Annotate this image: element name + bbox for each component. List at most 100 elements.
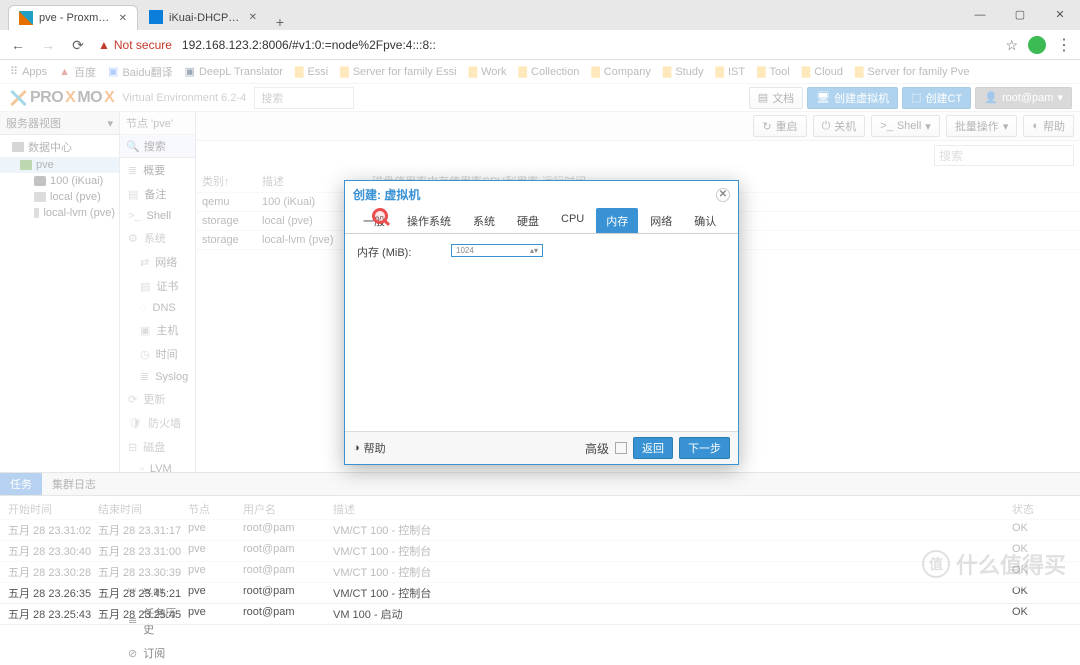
nav-subscr[interactable]: ⊘订阅: [120, 641, 195, 665]
reboot-button[interactable]: ↻重启: [753, 115, 806, 137]
docs-button[interactable]: ▤文档: [749, 87, 803, 109]
create-vm-button[interactable]: 🖥创建虚拟机: [807, 87, 898, 109]
tab-confirm[interactable]: 确认: [684, 208, 726, 233]
tab-network[interactable]: 网络: [640, 208, 682, 233]
next-button[interactable]: 下一步: [679, 437, 730, 459]
bookmark-item[interactable]: ▣Baidu翻译: [108, 64, 173, 80]
folder-icon: ▇: [340, 65, 348, 78]
memory-value: 1024: [456, 246, 474, 255]
dialog-help-button[interactable]: ◑帮助: [353, 440, 386, 456]
cert-icon: ▤: [140, 280, 150, 293]
bookmark-folder[interactable]: ▇Server for family Pve: [855, 65, 970, 78]
bookmark-folder[interactable]: ▇Work: [469, 65, 507, 78]
log-row[interactable]: 五月 28 23.26:35五月 28 23.45:21pveroot@pamV…: [0, 583, 1080, 604]
back-icon[interactable]: ←: [8, 37, 28, 53]
reload-icon[interactable]: ⟳: [68, 37, 88, 54]
tab-cluster-log[interactable]: 集群日志: [42, 473, 106, 495]
new-tab-button[interactable]: +: [268, 14, 292, 30]
bookmark-item[interactable]: ▣DeepL Translator: [185, 65, 283, 78]
bookmark-folder[interactable]: ▇Server for family Essi: [340, 65, 456, 78]
shutdown-button[interactable]: ⏻关机: [813, 115, 866, 137]
browser-tab[interactable]: iKuai-DHCP服务端 ✕: [138, 3, 268, 30]
close-icon[interactable]: ✕: [249, 12, 257, 23]
col-type[interactable]: 类别↑: [202, 173, 262, 189]
tree-header[interactable]: 服务器视图▾: [0, 112, 119, 135]
tab-tasks[interactable]: 任务: [0, 473, 42, 495]
bookmark-folder[interactable]: ▇Collection: [519, 65, 580, 78]
nav-network[interactable]: ⇄网络: [120, 250, 195, 274]
bookmark-item[interactable]: ▲百度: [59, 64, 96, 80]
nav-syslog[interactable]: ≣Syslog: [120, 366, 195, 387]
security-indicator[interactable]: ▲ Not secure: [98, 38, 172, 52]
global-search-input[interactable]: 搜索: [254, 87, 354, 109]
bookmark-folder[interactable]: ▇Study: [663, 65, 704, 78]
warning-icon: ▲: [98, 38, 110, 52]
bookmark-folder[interactable]: ▇Company: [591, 65, 651, 78]
menu-icon[interactable]: ⋮: [1056, 35, 1072, 55]
bulk-button[interactable]: 批量操作 ▾: [946, 115, 1018, 137]
close-window-icon[interactable]: ✕: [1040, 0, 1080, 30]
tree-node-datacenter[interactable]: 数据中心: [0, 137, 119, 157]
log-row[interactable]: 五月 28 23.30:40五月 28 23.31:00pveroot@pamV…: [0, 541, 1080, 562]
nav-notes[interactable]: ▤备注: [120, 182, 195, 206]
apps-button[interactable]: ⠿Apps: [10, 65, 47, 78]
tab-cpu[interactable]: CPU: [551, 208, 594, 233]
tab-os[interactable]: 操作系统: [397, 208, 461, 233]
search-icon: 🔍: [126, 140, 140, 153]
url-text[interactable]: 192.168.123.2:8006/#v1:0:=node%2Fpve:4::…: [182, 38, 436, 52]
chevron-down-icon: ▾: [925, 120, 931, 133]
nav-hosts[interactable]: ▣主机: [120, 318, 195, 342]
content-search-input[interactable]: 搜索: [934, 145, 1074, 166]
dialog-header[interactable]: 创建: 虚拟机 ✕: [345, 181, 738, 208]
tab-strip: pve - Proxmox Virtual Environme ✕ iKuai-…: [0, 0, 1080, 30]
browser-tab-active[interactable]: pve - Proxmox Virtual Environme ✕: [8, 5, 138, 30]
browser-chrome: pve - Proxmox Virtual Environme ✕ iKuai-…: [0, 0, 1080, 60]
back-button[interactable]: 返回: [633, 437, 673, 459]
forward-icon[interactable]: →: [38, 37, 58, 53]
tab-disk[interactable]: 硬盘: [507, 208, 549, 233]
nav-disks[interactable]: ⊟磁盘: [120, 435, 195, 459]
bookmark-star-icon[interactable]: ☆: [1005, 37, 1018, 54]
memory-input[interactable]: 1024 ▴▾: [451, 244, 543, 257]
nav-search[interactable]: 🔍搜索: [120, 135, 195, 158]
advanced-label: 高级: [585, 440, 609, 457]
bookmark-folder[interactable]: ▇Cloud: [802, 65, 843, 78]
dns-icon: ◌: [140, 302, 147, 314]
profile-avatar[interactable]: [1028, 36, 1046, 54]
tree-node-local[interactable]: local (pve): [0, 189, 119, 205]
tree-node-vm100[interactable]: 100 (iKuai): [0, 173, 119, 189]
bookmark-folder[interactable]: ▇Essi: [295, 65, 328, 78]
nav-summary[interactable]: ≣概要: [120, 158, 195, 182]
log-tabs: 任务 集群日志: [0, 473, 1080, 496]
close-icon[interactable]: ✕: [119, 13, 127, 24]
create-ct-button[interactable]: ⬚创建CT: [902, 87, 971, 109]
help-button[interactable]: ◐帮助: [1023, 115, 1074, 137]
bookmark-folder[interactable]: ▇IST: [715, 65, 745, 78]
nav-certs[interactable]: ▤证书: [120, 274, 195, 298]
log-row[interactable]: 五月 28 23.31:02五月 28 23.31:17pveroot@pamV…: [0, 520, 1080, 541]
minimize-icon[interactable]: —: [960, 0, 1000, 30]
watermark: 值 什么值得买: [922, 548, 1066, 580]
maximize-icon[interactable]: ▢: [1000, 0, 1040, 30]
spinner-arrows-icon[interactable]: ▴▾: [530, 246, 538, 255]
nav-time[interactable]: ◷时间: [120, 342, 195, 366]
nav-system[interactable]: ⚙系统: [120, 226, 195, 250]
content-toolbar: ↻重启 ⏻关机 >_Shell ▾ 批量操作 ▾ ◐帮助: [196, 112, 1080, 141]
close-icon[interactable]: ✕: [716, 188, 730, 202]
log-row[interactable]: 五月 28 23.30:28五月 28 23.30:39pveroot@pamV…: [0, 562, 1080, 583]
nav-updates[interactable]: ⟳更新: [120, 387, 195, 411]
tree-node-pve[interactable]: pve: [0, 157, 119, 173]
shell-button[interactable]: >_Shell ▾: [871, 115, 940, 137]
tab-system[interactable]: 系统: [463, 208, 505, 233]
folder-icon: ▇: [295, 65, 303, 78]
nav-shell[interactable]: >_Shell: [120, 206, 195, 226]
nav-firewall[interactable]: 🛡防火墙: [120, 411, 195, 435]
log-row[interactable]: 五月 28 23.25:43五月 28 23.25:45pveroot@pamV…: [0, 604, 1080, 625]
user-menu-button[interactable]: 👤root@pam ▾: [975, 87, 1072, 109]
advanced-checkbox[interactable]: [615, 442, 627, 454]
nav-dns[interactable]: ◌DNS: [120, 298, 195, 318]
tab-title: iKuai-DHCP服务端: [169, 9, 243, 25]
bookmark-folder[interactable]: ▇Tool: [757, 65, 790, 78]
tab-memory[interactable]: 内存: [596, 208, 638, 233]
tree-node-locallvm[interactable]: local-lvm (pve): [0, 205, 119, 221]
